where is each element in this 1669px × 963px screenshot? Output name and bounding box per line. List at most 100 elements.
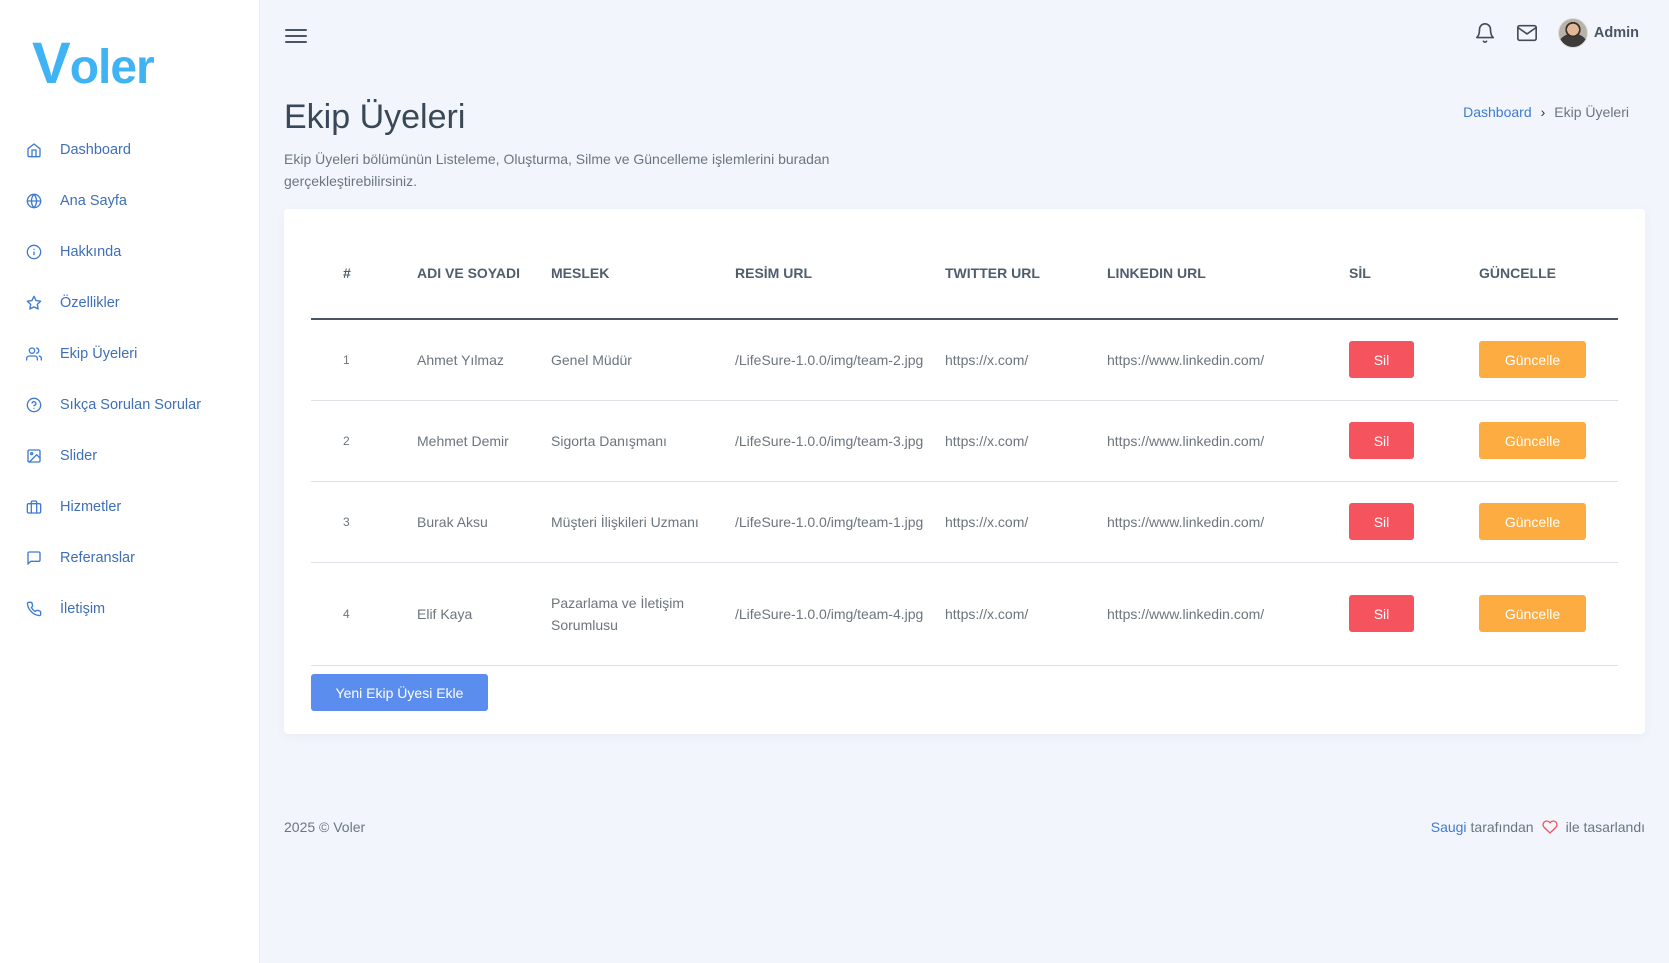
cell-num: 4 (311, 562, 417, 666)
team-table-card: # ADI VE SOYADI MESLEK RESİM URL TWITTER… (284, 209, 1645, 734)
hamburger-icon (285, 29, 307, 31)
delete-button[interactable]: Sil (1349, 422, 1414, 459)
heart-icon (1542, 819, 1558, 835)
image-icon (26, 448, 42, 464)
breadcrumb-current: Ekip Üyeleri (1554, 104, 1629, 120)
sidebar-item-label: Dashboard (60, 141, 131, 158)
delete-button[interactable]: Sil (1349, 503, 1414, 540)
sidebar-item-hakkinda[interactable]: Hakkında (0, 226, 260, 277)
cell-twitter-url: https://x.com/ (945, 400, 1107, 482)
col-header-name: ADI VE SOYADI (417, 227, 551, 320)
cell-linkedin-url: https://www.linkedin.com/ (1107, 481, 1349, 563)
sidebar-item-referanslar[interactable]: Referanslar (0, 532, 260, 583)
sidebar-item-label: Ekip Üyeleri (60, 345, 138, 362)
team-table: # ADI VE SOYADI MESLEK RESİM URL TWITTER… (311, 227, 1618, 666)
star-icon (26, 295, 42, 311)
cell-name: Elif Kaya (417, 562, 551, 666)
info-icon (26, 244, 42, 260)
app-logo[interactable]: Voler (32, 30, 155, 97)
cell-image-url: /LifeSure-1.0.0/img/team-2.jpg (735, 319, 945, 401)
sidebar-item-sss[interactable]: Sıkça Sorulan Sorular (0, 379, 260, 430)
footer-copyright: 2025 © Voler (284, 819, 366, 835)
sidebar: Voler Dashboard Ana Sayfa Hakkında Özell… (0, 0, 260, 963)
update-button[interactable]: Güncelle (1479, 503, 1586, 540)
table-row: 3 Burak Aksu Müşteri İlişkileri Uzmanı /… (311, 481, 1618, 563)
delete-button[interactable]: Sil (1349, 341, 1414, 379)
sidebar-menu: Dashboard Ana Sayfa Hakkında Özellikler … (0, 124, 260, 634)
avatar[interactable] (1557, 18, 1588, 48)
col-header-twitter-url: TWITTER URL (945, 227, 1107, 320)
sidebar-item-label: Hizmetler (60, 498, 122, 515)
briefcase-icon (26, 499, 42, 515)
footer-designed-text: ile tasarlandı (1565, 819, 1645, 835)
sidebar-item-slider[interactable]: Slider (0, 430, 260, 481)
col-header-delete: SİL (1349, 227, 1479, 320)
cell-linkedin-url: https://www.linkedin.com/ (1107, 400, 1349, 482)
topbar-actions: Admin (1456, 18, 1639, 48)
cell-num: 2 (311, 400, 417, 482)
col-header-image-url: RESİM URL (735, 227, 945, 320)
sidebar-item-ekip-uyeleri[interactable]: Ekip Üyeleri (0, 328, 260, 379)
cell-job: Pazarlama ve İletişim Sorumlusu (551, 562, 735, 666)
sidebar-item-label: İletişim (60, 600, 106, 617)
mail-icon[interactable] (1514, 20, 1540, 46)
cell-job: Sigorta Danışmanı (551, 400, 735, 482)
sidebar-item-dashboard[interactable]: Dashboard (0, 124, 260, 175)
breadcrumb: Dashboard › Ekip Üyeleri (1463, 104, 1629, 120)
sidebar-item-ozellikler[interactable]: Özellikler (0, 277, 260, 328)
update-button[interactable]: Güncelle (1479, 422, 1586, 459)
menu-toggle-button[interactable] (285, 25, 307, 47)
footer-author-link[interactable]: Saugi (1431, 819, 1467, 835)
footer-credit: Saugi tarafından ile tasarlandı (1431, 819, 1645, 835)
cell-name: Ahmet Yılmaz (417, 319, 551, 401)
cell-image-url: /LifeSure-1.0.0/img/team-1.jpg (735, 481, 945, 563)
sidebar-item-label: Ana Sayfa (60, 192, 127, 209)
delete-button[interactable]: Sil (1349, 595, 1414, 632)
table-row: 2 Mehmet Demir Sigorta Danışmanı /LifeSu… (311, 400, 1618, 482)
cell-num: 1 (311, 319, 417, 401)
cell-linkedin-url: https://www.linkedin.com/ (1107, 319, 1349, 401)
cell-name: Mehmet Demir (417, 400, 551, 482)
cell-num: 3 (311, 481, 417, 563)
col-header-linkedin-url: LINKEDIN URL (1107, 227, 1349, 320)
table-row: 4 Elif Kaya Pazarlama ve İletişim Soruml… (311, 562, 1618, 666)
message-square-icon (26, 550, 42, 566)
cell-job: Genel Müdür (551, 319, 735, 401)
cell-name: Burak Aksu (417, 481, 551, 563)
cell-image-url: /LifeSure-1.0.0/img/team-4.jpg (735, 562, 945, 666)
col-header-update: GÜNCELLE (1479, 227, 1618, 320)
add-team-member-button[interactable]: Yeni Ekip Üyesi Ekle (311, 674, 488, 711)
cell-image-url: /LifeSure-1.0.0/img/team-3.jpg (735, 400, 945, 482)
help-circle-icon (26, 397, 42, 413)
update-button[interactable]: Güncelle (1479, 341, 1586, 379)
col-header-num: # (311, 227, 417, 320)
sidebar-item-label: Özellikler (60, 294, 120, 311)
user-name[interactable]: Admin (1594, 25, 1639, 41)
home-icon (26, 142, 42, 158)
sidebar-item-label: Referanslar (60, 549, 135, 566)
table-row: 1 Ahmet Yılmaz Genel Müdür /LifeSure-1.0… (311, 319, 1618, 401)
phone-icon (26, 601, 42, 617)
sidebar-item-label: Slider (60, 447, 98, 464)
cell-twitter-url: https://x.com/ (945, 481, 1107, 563)
footer-by-text: tarafından (1470, 819, 1534, 835)
sidebar-item-label: Hakkında (60, 243, 122, 260)
users-icon (26, 346, 42, 362)
update-button[interactable]: Güncelle (1479, 595, 1586, 632)
sidebar-item-iletisim[interactable]: İletişim (0, 583, 260, 634)
cell-linkedin-url: https://www.linkedin.com/ (1107, 562, 1349, 666)
sidebar-item-label: Sıkça Sorulan Sorular (60, 396, 202, 413)
page-description: Ekip Üyeleri bölümünün Listeleme, Oluştu… (284, 151, 830, 189)
sidebar-item-ana-sayfa[interactable]: Ana Sayfa (0, 175, 260, 226)
col-header-job: MESLEK (551, 227, 735, 320)
page-title: Ekip Üyeleri (284, 98, 466, 136)
breadcrumb-home-link[interactable]: Dashboard (1463, 104, 1532, 120)
cell-job: Müşteri İlişkileri Uzmanı (551, 481, 735, 563)
bell-icon[interactable] (1472, 20, 1498, 46)
globe-icon (26, 193, 42, 209)
table-header-row: # ADI VE SOYADI MESLEK RESİM URL TWITTER… (311, 227, 1618, 320)
cell-twitter-url: https://x.com/ (945, 562, 1107, 666)
sidebar-item-hizmetler[interactable]: Hizmetler (0, 481, 260, 532)
cell-twitter-url: https://x.com/ (945, 319, 1107, 401)
breadcrumb-separator: › (1540, 104, 1546, 120)
